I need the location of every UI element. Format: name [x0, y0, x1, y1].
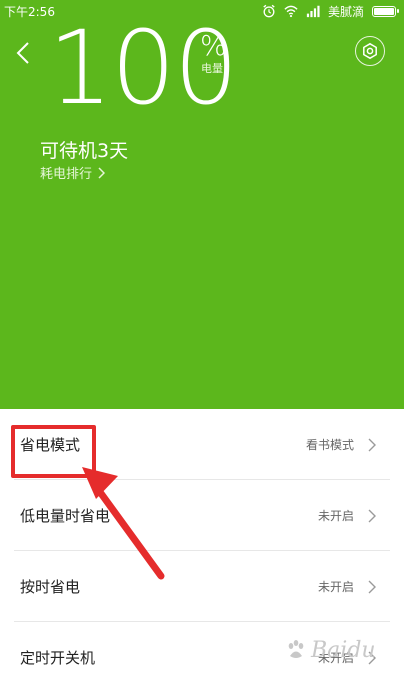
setting-value-group: 看书模式 — [306, 436, 376, 453]
chevron-right-icon — [368, 509, 376, 522]
setting-value: 未开启 — [317, 651, 354, 665]
battery-header: 下午2:56 美腻滴 100 % 电量 可待机3天 耗电排行 — [0, 0, 404, 409]
signal-icon — [306, 5, 320, 18]
setting-value: 看书模式 — [305, 438, 354, 452]
setting-row-scheduled-saving[interactable]: 按时省电 未开启 — [0, 551, 404, 622]
battery-unit-label: 电量 — [201, 62, 223, 75]
settings-button[interactable] — [355, 36, 385, 66]
power-ranking-link[interactable]: 耗电排行 — [40, 163, 106, 182]
power-settings-list: 省电模式 看书模式 低电量时省电 未开启 按时省电 未开启 定时开关机 未开启 — [0, 409, 404, 675]
setting-row-scheduled-power[interactable]: 定时开关机 未开启 — [0, 622, 404, 675]
setting-row-low-battery-saving[interactable]: 低电量时省电 未开启 — [0, 480, 404, 551]
settings-icon — [363, 42, 377, 60]
setting-title: 低电量时省电 — [20, 507, 111, 525]
power-ranking-label: 耗电排行 — [40, 167, 93, 182]
carrier-name: 美腻滴 — [327, 4, 364, 19]
wifi-icon — [284, 5, 298, 18]
setting-row-power-saving-mode[interactable]: 省电模式 看书模式 — [0, 409, 404, 480]
chevron-right-icon — [368, 438, 376, 451]
battery-icon — [372, 5, 399, 17]
setting-value: 未开启 — [317, 509, 354, 523]
setting-value: 未开启 — [317, 580, 354, 594]
setting-title: 定时开关机 — [20, 649, 96, 667]
setting-value-group: 未开启 — [318, 507, 376, 524]
chevron-right-icon — [98, 166, 106, 179]
standby-time: 可待机3天 — [40, 140, 129, 162]
status-icons: 美腻滴 — [262, 3, 399, 20]
chevron-right-icon — [368, 651, 376, 664]
chevron-right-icon — [368, 580, 376, 593]
setting-title: 省电模式 — [20, 436, 81, 454]
battery-fill — [374, 7, 394, 15]
setting-value-group: 未开启 — [318, 578, 376, 595]
chevron-left-icon — [16, 42, 29, 64]
alarm-icon — [263, 4, 275, 18]
setting-value-group: 未开启 — [318, 649, 376, 666]
back-button[interactable] — [10, 38, 36, 68]
setting-title: 按时省电 — [20, 578, 81, 596]
percent-sign: % — [200, 29, 227, 62]
